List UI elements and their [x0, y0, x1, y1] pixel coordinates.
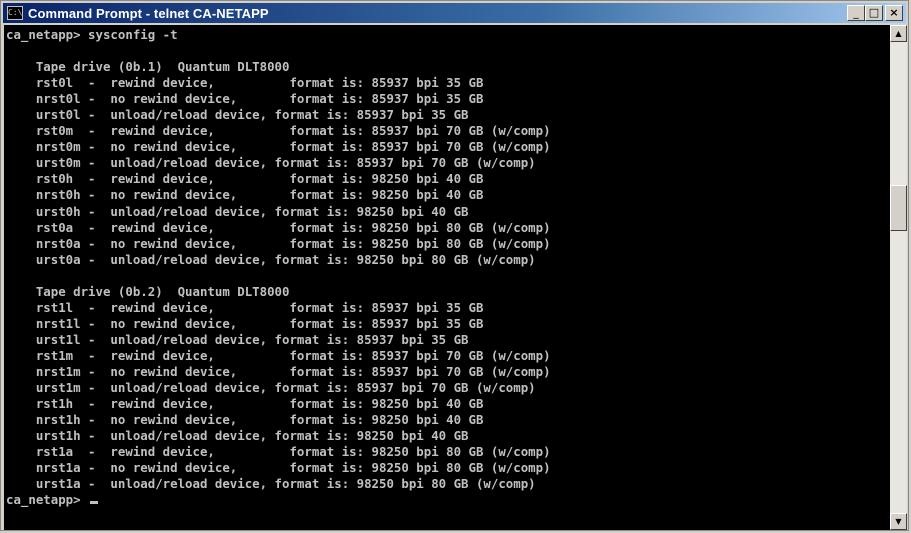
console-line: nrst0l - no rewind device, format is: 85… — [35, 91, 484, 107]
window-title: Command Prompt - telnet CA-NETAPP — [28, 5, 269, 21]
console-line: rst0m - rewind device, format is: 85937 … — [35, 123, 551, 139]
text-cursor — [90, 501, 99, 505]
console-line: Tape drive (0b.1) Quantum DLT8000 — [35, 59, 290, 75]
scroll-up-icon: ▲ — [895, 29, 902, 38]
console-line: nrst0m - no rewind device, format is: 85… — [35, 139, 551, 155]
close-button[interactable]: × — [885, 5, 903, 21]
console-line: urst1a - unload/reload device, format is… — [35, 476, 536, 492]
console-line: nrst1m - no rewind device, format is: 85… — [35, 363, 551, 379]
command-prompt-window: C:\ Command Prompt - telnet CA-NETAPP _ … — [0, 0, 909, 531]
console-line: urst1h - unload/reload device, format is… — [35, 428, 469, 444]
console-line: rst0l - rewind device, format is: 85937 … — [35, 75, 484, 91]
console-output[interactable]: ca_netapp> sysconfig -t Tape drive (0b.1… — [4, 25, 890, 530]
console-line: urst0l - unload/reload device, format is… — [35, 107, 469, 123]
console-line: nrst1a - no rewind device, format is: 98… — [35, 460, 551, 476]
console-line: urst0a - unload/reload device, format is… — [35, 251, 536, 267]
console-line: rst1a - rewind device, format is: 98250 … — [35, 444, 551, 460]
console-line: urst1m - unload/reload device, format is… — [35, 380, 536, 396]
console-line: nrst1h - no rewind device, format is: 98… — [35, 412, 484, 428]
maximize-button[interactable]: □ — [865, 5, 883, 21]
console-lines: ca_netapp> sysconfig -t Tape drive (0b.1… — [6, 27, 551, 491]
minimize-button[interactable]: _ — [847, 5, 865, 21]
title-bar[interactable]: C:\ Command Prompt - telnet CA-NETAPP _ … — [3, 3, 906, 23]
console-line: rst1l - rewind device, format is: 85937 … — [35, 299, 484, 315]
console-line: nrst1l - no rewind device, format is: 85… — [35, 315, 484, 331]
window-controls: _ □ × — [847, 5, 903, 21]
console-line: rst0h - rewind device, format is: 98250 … — [35, 171, 484, 187]
console-app-icon[interactable]: C:\ — [7, 6, 23, 20]
scroll-thumb[interactable] — [890, 185, 907, 231]
console-line: rst1m - rewind device, format is: 85937 … — [35, 347, 551, 363]
console-line: ca_netapp> sysconfig -t — [6, 27, 178, 42]
console-line: rst0a - rewind device, format is: 98250 … — [35, 219, 551, 235]
console-line: urst0h - unload/reload device, format is… — [35, 203, 469, 219]
vertical-scrollbar[interactable]: ▲ ▼ — [890, 25, 907, 530]
console-line: nrst0h - no rewind device, format is: 98… — [35, 187, 484, 203]
scroll-down-icon: ▼ — [895, 517, 902, 526]
console-line: nrst0a - no rewind device, format is: 98… — [35, 235, 551, 251]
console-line: urst1l - unload/reload device, format is… — [35, 331, 469, 347]
console-line: Tape drive (0b.2) Quantum DLT8000 — [35, 283, 290, 299]
scroll-up-button[interactable]: ▲ — [890, 25, 907, 42]
command-prompt: ca_netapp> — [6, 492, 89, 508]
console-line: rst1h - rewind device, format is: 98250 … — [35, 396, 484, 412]
console-text: ca_netapp> sysconfig -t Tape drive (0b.1… — [4, 25, 890, 508]
scroll-down-button[interactable]: ▼ — [890, 513, 907, 530]
console-line: urst0m - unload/reload device, format is… — [35, 155, 536, 171]
